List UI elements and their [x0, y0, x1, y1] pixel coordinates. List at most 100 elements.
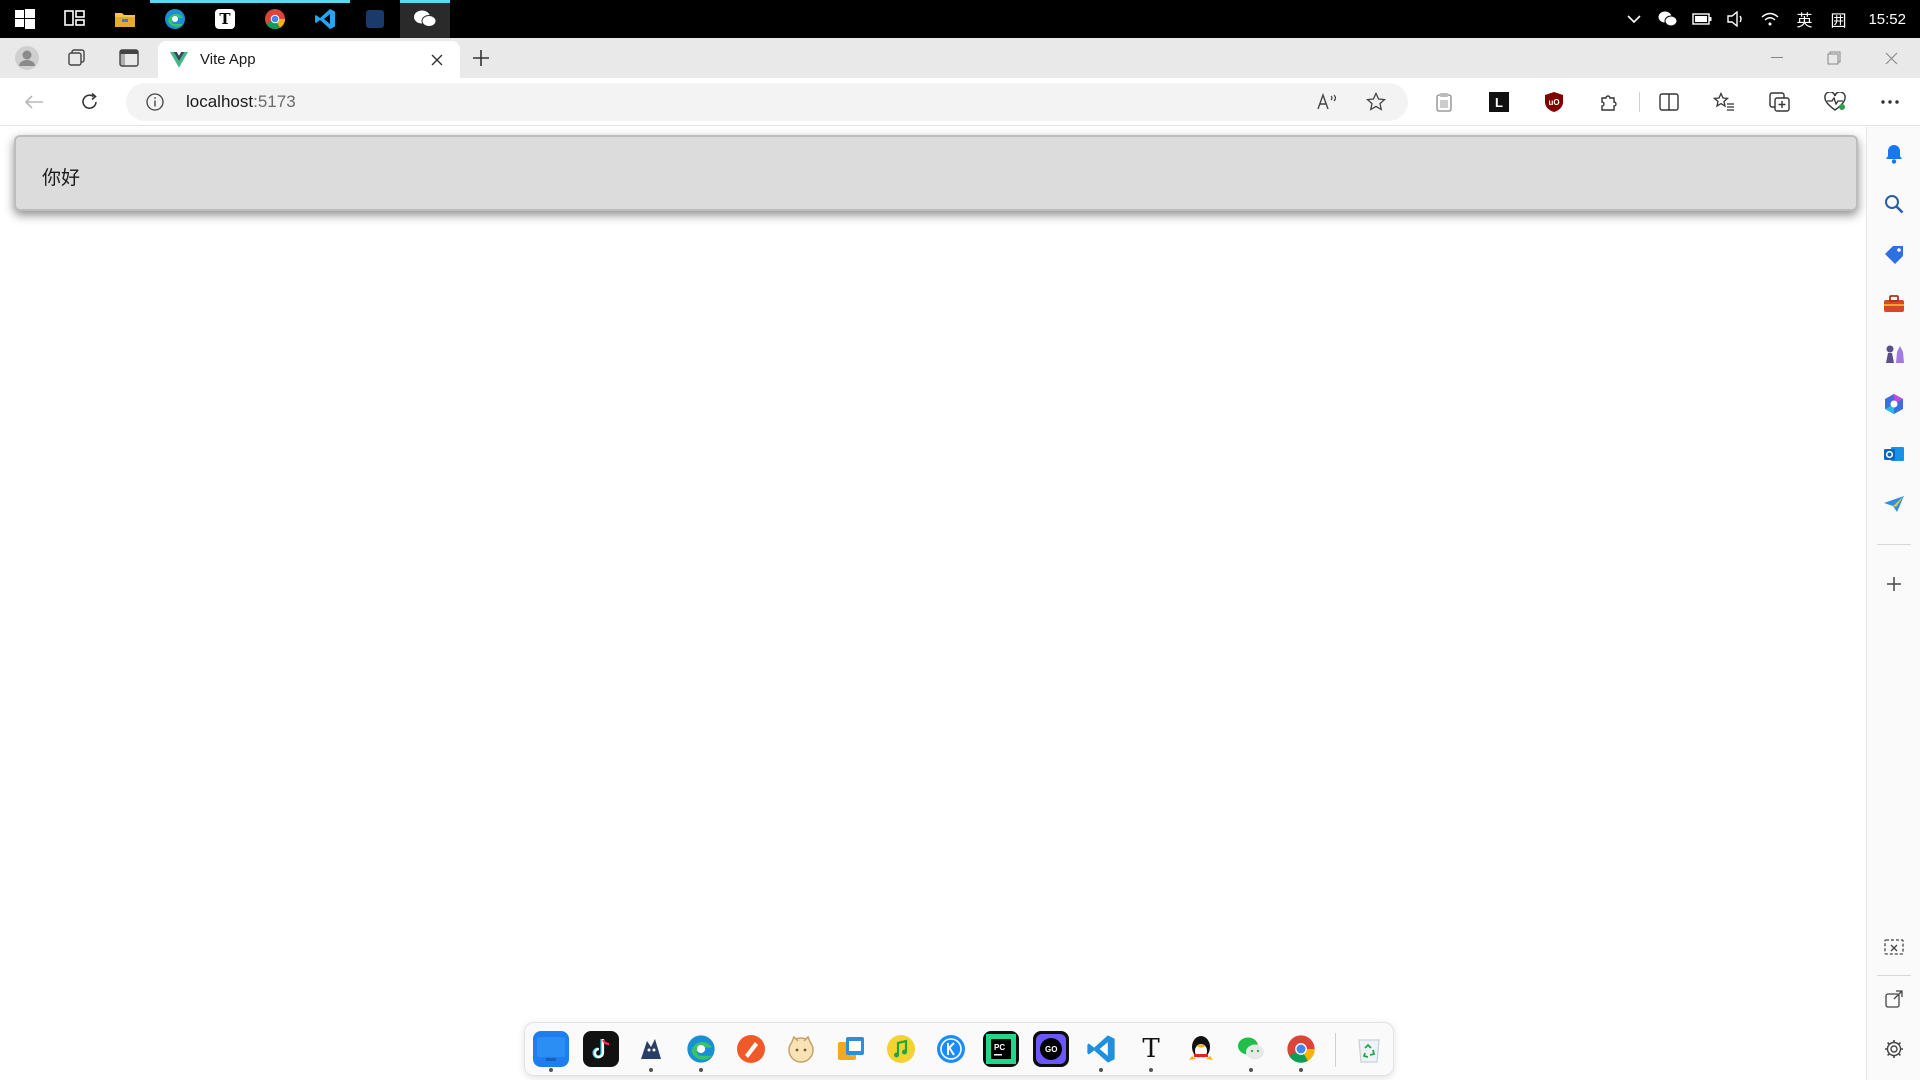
- dock-penguin-app[interactable]: [633, 1031, 669, 1067]
- sidebar-games[interactable]: [1877, 337, 1911, 371]
- dock-cat-app[interactable]: [783, 1031, 819, 1067]
- shopping-tag-icon: [1885, 246, 1903, 264]
- external-link-icon: [1885, 990, 1903, 1008]
- extensions-button[interactable]: [1591, 86, 1627, 118]
- sidebar-divider-bottom: [1877, 975, 1911, 976]
- dock-running-indicator: [1299, 1068, 1303, 1072]
- task-view-button[interactable]: [50, 0, 100, 38]
- address-bar[interactable]: localhost:5173: [126, 83, 1408, 121]
- volume-icon[interactable]: [1726, 9, 1746, 29]
- penguin-app-icon: [641, 1039, 661, 1059]
- minimize-button[interactable]: [1748, 38, 1806, 78]
- ublock-extension-button[interactable]: uO: [1536, 86, 1572, 118]
- dock-chrome[interactable]: [1283, 1031, 1319, 1067]
- dock-qq[interactable]: [1183, 1031, 1219, 1067]
- taskbar-penguin-app[interactable]: [350, 0, 400, 38]
- sidebar-add-button[interactable]: [1877, 567, 1911, 601]
- settings-more-button[interactable]: [1872, 86, 1908, 118]
- back-button[interactable]: [16, 86, 52, 118]
- dock-running-indicator: [699, 1068, 703, 1072]
- ime-language[interactable]: 英: [1794, 9, 1814, 30]
- close-window-icon: [1885, 52, 1897, 64]
- dock-pen-app[interactable]: [733, 1031, 769, 1067]
- dock-typora[interactable]: T: [1133, 1031, 1169, 1067]
- tab-close-button[interactable]: [426, 49, 448, 71]
- svg-text:GO: GO: [1045, 1045, 1057, 1054]
- vertical-tabs-button[interactable]: [110, 42, 148, 74]
- sidebar-screenshot[interactable]: [1877, 931, 1911, 965]
- sidebar-drop[interactable]: [1877, 487, 1911, 521]
- cat-face-icon: [788, 1035, 814, 1063]
- favorite-star-button[interactable]: [1361, 88, 1391, 116]
- sidebar-open-external[interactable]: [1877, 982, 1911, 1016]
- goland-icon: GO: [1036, 1034, 1066, 1064]
- clock-time[interactable]: 15:52: [1868, 11, 1906, 28]
- battery-icon[interactable]: [1692, 9, 1712, 29]
- taskbar-wechat[interactable]: [400, 0, 450, 38]
- dock-music-app[interactable]: [883, 1031, 919, 1067]
- taskbar-chrome[interactable]: [250, 0, 300, 38]
- dock-edge[interactable]: [683, 1031, 719, 1067]
- clipboard-extension-button[interactable]: [1426, 86, 1462, 118]
- taskbar-vscode[interactable]: [300, 0, 350, 38]
- svg-text:PC: PC: [994, 1043, 1005, 1052]
- sidebar-settings[interactable]: [1877, 1032, 1911, 1066]
- browser-essentials-button[interactable]: [1817, 86, 1853, 118]
- collections-button[interactable]: [1762, 86, 1798, 118]
- dock-vscode[interactable]: [1083, 1031, 1119, 1067]
- dock-goland[interactable]: GO: [1033, 1031, 1069, 1067]
- collections-icon: [1769, 92, 1790, 112]
- sidebar-outlook[interactable]: [1877, 437, 1911, 471]
- split-screen-button[interactable]: [1651, 86, 1687, 118]
- app-dock: PC GO T: [524, 1022, 1394, 1076]
- ime-mode[interactable]: 囲: [1828, 9, 1848, 30]
- chevron-up-icon[interactable]: [1624, 9, 1644, 29]
- vscode-icon: [315, 9, 335, 29]
- refresh-button[interactable]: [72, 86, 108, 118]
- taskbar-edge[interactable]: [150, 0, 200, 38]
- paper-plane-icon: [1884, 496, 1904, 512]
- dock-k-app[interactable]: [933, 1031, 969, 1067]
- sidebar-search[interactable]: [1877, 187, 1911, 221]
- url-text[interactable]: localhost:5173: [186, 92, 296, 112]
- dock-wechat[interactable]: [1233, 1031, 1269, 1067]
- restore-button[interactable]: [1805, 38, 1863, 78]
- dock-tiktok[interactable]: [583, 1031, 619, 1067]
- url-port: :5173: [253, 92, 296, 111]
- url-host: localhost: [186, 92, 254, 111]
- profile-button[interactable]: [8, 42, 46, 74]
- read-aloud-icon: [1317, 93, 1337, 110]
- read-aloud-button[interactable]: [1313, 88, 1343, 116]
- restore-icon: [1827, 51, 1841, 65]
- sidebar-notifications[interactable]: [1877, 137, 1911, 171]
- wechat-tray-icon[interactable]: [1658, 9, 1678, 29]
- close-window-button[interactable]: [1862, 38, 1920, 78]
- dock-pycharm[interactable]: PC: [983, 1031, 1019, 1067]
- taskbar-file-explorer[interactable]: [100, 0, 150, 38]
- site-info-button[interactable]: [140, 88, 170, 116]
- favorites-button[interactable]: [1706, 86, 1742, 118]
- system-tray: 英 囲 15:52: [1624, 0, 1920, 38]
- star-icon: [1366, 92, 1386, 111]
- favorites-list-icon: [1713, 92, 1734, 111]
- sidebar-tools[interactable]: [1877, 287, 1911, 321]
- sidebar-microsoft365[interactable]: [1877, 387, 1911, 421]
- wifi-icon[interactable]: [1760, 9, 1780, 29]
- dock-window-app[interactable]: [833, 1031, 869, 1067]
- start-button[interactable]: [0, 0, 50, 38]
- sidebar-divider: [1877, 544, 1911, 545]
- workspaces-button[interactable]: [58, 42, 96, 74]
- new-tab-button[interactable]: [462, 42, 500, 74]
- sidebar-shopping[interactable]: [1877, 237, 1911, 271]
- taskbar-typora[interactable]: T: [200, 0, 250, 38]
- search-icon: [1885, 195, 1904, 214]
- dock-desktop[interactable]: [533, 1031, 569, 1067]
- dock-recycle-bin[interactable]: [1351, 1031, 1387, 1067]
- l-extension-icon: L: [1489, 92, 1509, 112]
- penguin-icon: [366, 10, 384, 28]
- chess-piece-icon: [1886, 345, 1904, 363]
- tab-vite-app[interactable]: Vite App: [158, 41, 460, 78]
- plus-icon: [1887, 577, 1901, 591]
- l-extension-button[interactable]: L: [1481, 86, 1517, 118]
- greeting-card: 你好: [14, 135, 1858, 211]
